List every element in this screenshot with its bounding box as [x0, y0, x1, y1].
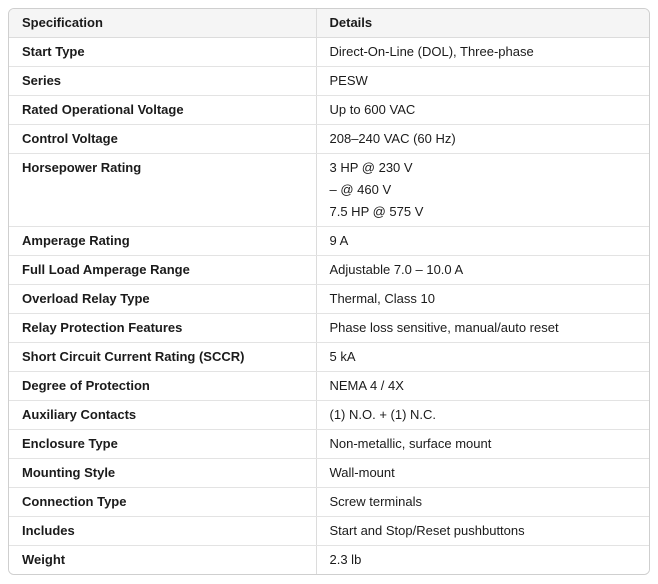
- spec-details-cell: Screw terminals: [316, 488, 649, 517]
- spec-details-cell: Up to 600 VAC: [316, 96, 649, 125]
- column-header-details: Details: [316, 9, 649, 38]
- page: Specification Details Start Type Direct-O…: [0, 0, 658, 584]
- table-row: Enclosure Type Non-metallic, surface moun…: [9, 430, 649, 459]
- detail-line: – @ 460 V: [330, 179, 637, 201]
- specification-table: Specification Details Start Type Direct-O…: [9, 9, 649, 574]
- table-row: Includes Start and Stop/Reset pushbuttons: [9, 517, 649, 546]
- spec-details-cell: Phase loss sensitive, manual/auto reset: [316, 314, 649, 343]
- table-row: Relay Protection Features Phase loss sens…: [9, 314, 649, 343]
- table-row: Mounting Style Wall-mount: [9, 459, 649, 488]
- spec-name-cell: Horsepower Rating: [9, 154, 316, 227]
- spec-name-cell: Auxiliary Contacts: [9, 401, 316, 430]
- spec-name-cell: Mounting Style: [9, 459, 316, 488]
- spec-name-cell: Rated Operational Voltage: [9, 96, 316, 125]
- spec-name-cell: Full Load Amperage Range: [9, 256, 316, 285]
- spec-name-cell: Start Type: [9, 38, 316, 67]
- detail-line: 208–240 VAC (60 Hz): [330, 128, 637, 150]
- detail-line: Screw terminals: [330, 491, 637, 513]
- spec-name-cell: Weight: [9, 546, 316, 575]
- detail-line: 9 A: [330, 230, 637, 252]
- table-row: Full Load Amperage Range Adjustable 7.0 –…: [9, 256, 649, 285]
- table-row: Weight 2.3 lb: [9, 546, 649, 575]
- table-row: Start Type Direct-On-Line (DOL), Three-ph…: [9, 38, 649, 67]
- spec-details-cell: Thermal, Class 10: [316, 285, 649, 314]
- table-row: Control Voltage 208–240 VAC (60 Hz): [9, 125, 649, 154]
- detail-line: PESW: [330, 70, 637, 92]
- spec-details-cell: 2.3 lb: [316, 546, 649, 575]
- spec-details-cell: NEMA 4 / 4X: [316, 372, 649, 401]
- spec-details-cell: Direct-On-Line (DOL), Three-phase: [316, 38, 649, 67]
- spec-details-cell: 208–240 VAC (60 Hz): [316, 125, 649, 154]
- spec-name-cell: Includes: [9, 517, 316, 546]
- table-row: Rated Operational Voltage Up to 600 VAC: [9, 96, 649, 125]
- detail-line: Adjustable 7.0 – 10.0 A: [330, 259, 637, 281]
- spec-details-cell: PESW: [316, 67, 649, 96]
- table-row: Short Circuit Current Rating (SCCR) 5 kA: [9, 343, 649, 372]
- spec-name-cell: Short Circuit Current Rating (SCCR): [9, 343, 316, 372]
- table-row: Amperage Rating 9 A: [9, 227, 649, 256]
- spec-details-cell: Wall-mount: [316, 459, 649, 488]
- spec-name-cell: Series: [9, 67, 316, 96]
- detail-line: 5 kA: [330, 346, 637, 368]
- detail-line: (1) N.O. + (1) N.C.: [330, 404, 637, 426]
- spec-details-cell: 9 A: [316, 227, 649, 256]
- detail-line: Phase loss sensitive, manual/auto reset: [330, 317, 637, 339]
- table-row: Connection Type Screw terminals: [9, 488, 649, 517]
- detail-line: 2.3 lb: [330, 549, 637, 571]
- detail-line: Wall-mount: [330, 462, 637, 484]
- detail-line: Up to 600 VAC: [330, 99, 637, 121]
- detail-line: 3 HP @ 230 V: [330, 157, 637, 179]
- table-body: Start Type Direct-On-Line (DOL), Three-ph…: [9, 38, 649, 575]
- detail-line: Start and Stop/Reset pushbuttons: [330, 520, 637, 542]
- table-header-row: Specification Details: [9, 9, 649, 38]
- spec-details-cell: 5 kA: [316, 343, 649, 372]
- table-row: Overload Relay Type Thermal, Class 10: [9, 285, 649, 314]
- detail-line: Direct-On-Line (DOL), Three-phase: [330, 41, 637, 63]
- column-header-specification: Specification: [9, 9, 316, 38]
- spec-name-cell: Amperage Rating: [9, 227, 316, 256]
- table-row: Horsepower Rating3 HP @ 230 V– @ 460 V7.…: [9, 154, 649, 227]
- table-row: Series PESW: [9, 67, 649, 96]
- specification-table-container: Specification Details Start Type Direct-O…: [8, 8, 650, 575]
- table-row: Auxiliary Contacts (1) N.O. + (1) N.C.: [9, 401, 649, 430]
- spec-details-cell: Start and Stop/Reset pushbuttons: [316, 517, 649, 546]
- spec-name-cell: Relay Protection Features: [9, 314, 316, 343]
- spec-name-cell: Overload Relay Type: [9, 285, 316, 314]
- spec-name-cell: Connection Type: [9, 488, 316, 517]
- spec-details-cell: 3 HP @ 230 V– @ 460 V7.5 HP @ 575 V: [316, 154, 649, 227]
- spec-name-cell: Degree of Protection: [9, 372, 316, 401]
- detail-line: NEMA 4 / 4X: [330, 375, 637, 397]
- spec-name-cell: Enclosure Type: [9, 430, 316, 459]
- spec-name-cell: Control Voltage: [9, 125, 316, 154]
- spec-details-cell: Non-metallic, surface mount: [316, 430, 649, 459]
- table-row: Degree of Protection NEMA 4 / 4X: [9, 372, 649, 401]
- spec-details-cell: Adjustable 7.0 – 10.0 A: [316, 256, 649, 285]
- detail-line: Non-metallic, surface mount: [330, 433, 637, 455]
- spec-details-cell: (1) N.O. + (1) N.C.: [316, 401, 649, 430]
- detail-line: 7.5 HP @ 575 V: [330, 201, 637, 223]
- detail-line: Thermal, Class 10: [330, 288, 637, 310]
